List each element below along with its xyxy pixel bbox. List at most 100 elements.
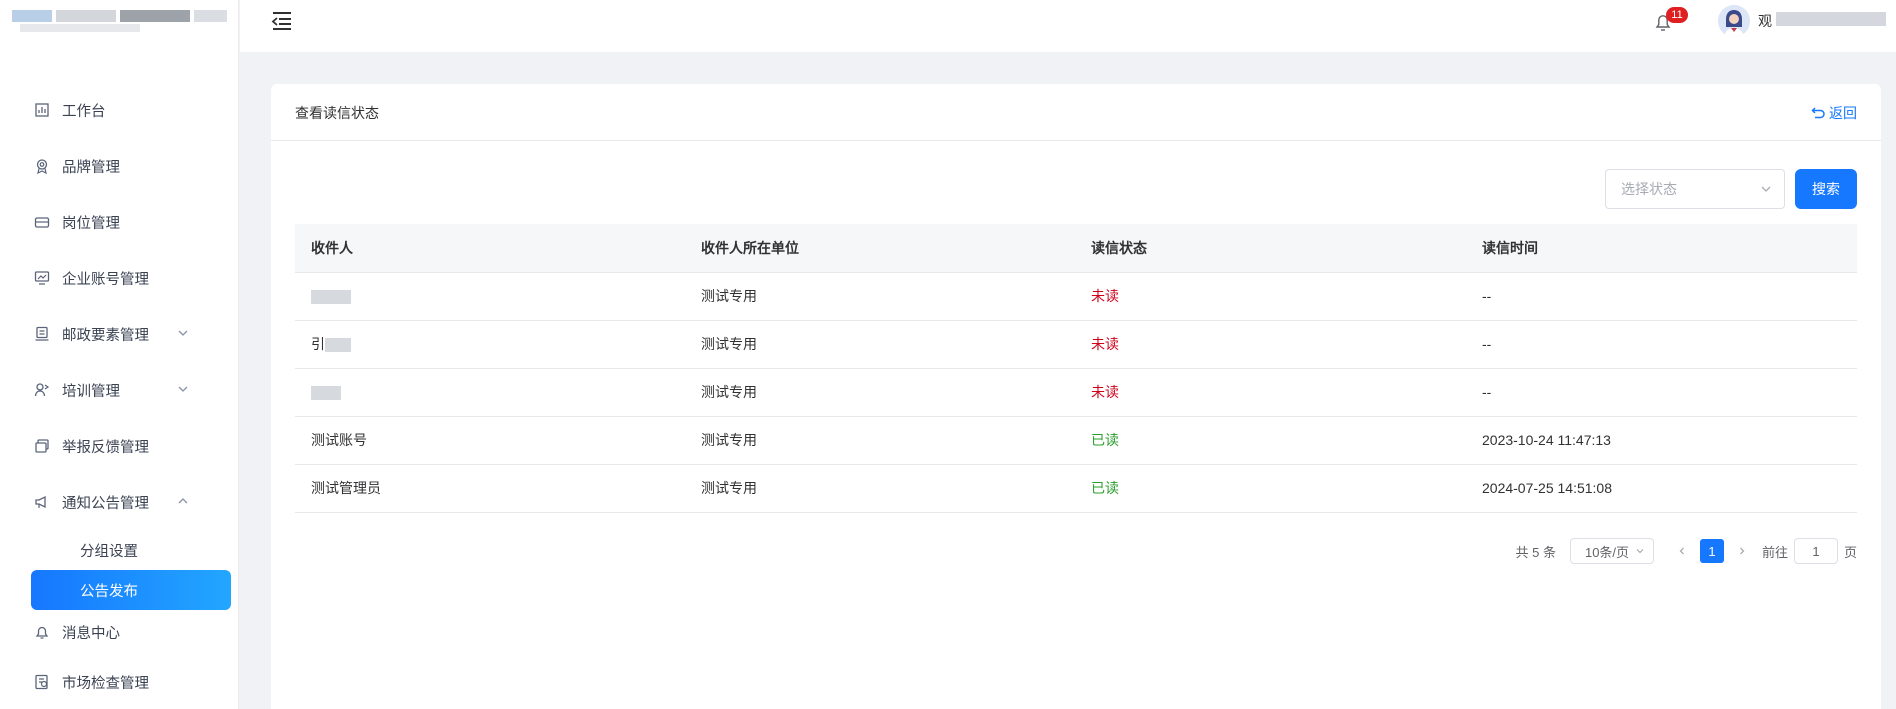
status-cell: 未读 [1075, 368, 1466, 417]
prev-page-button[interactable] [1670, 539, 1694, 563]
submenu-item-announcement-publish[interactable]: 公告发布 [31, 570, 231, 610]
column-header: 读信时间 [1466, 224, 1857, 273]
goto-page-input[interactable] [1793, 538, 1838, 564]
menu-item-notice[interactable]: 通知公告管理 [0, 474, 239, 530]
recipient-cell: 测试账号 [295, 416, 685, 465]
menu-label: 企业账号管理 [62, 271, 149, 288]
filter-bar: 选择状态 搜索 [1605, 169, 1857, 209]
pagination: 共 5 条 10条/页 1 前往 页 [1515, 538, 1857, 564]
return-icon [1811, 107, 1825, 119]
status-select-placeholder: 选择状态 [1621, 181, 1677, 197]
pagination-total: 共 5 条 [1515, 544, 1556, 560]
unit-cell: 测试专用 [685, 272, 1075, 321]
time-cell: 2024-07-25 14:51:08 [1466, 464, 1857, 513]
back-label: 返回 [1829, 105, 1857, 121]
goto-prefix: 前往 [1761, 544, 1788, 560]
menu-label: 品牌管理 [62, 159, 120, 176]
avatar[interactable] [1718, 5, 1750, 37]
column-header: 读信状态 [1075, 224, 1466, 273]
submenu-label: 分组设置 [80, 543, 138, 560]
table-row: 测试管理员 测试专用 已读 2024-07-25 14:51:08 [295, 464, 1857, 513]
submenu-label: 公告发布 [80, 583, 138, 600]
column-header: 收件人 [295, 224, 685, 273]
chevron-down-icon [1636, 549, 1644, 554]
recipient-cell [295, 272, 685, 321]
time-cell: 2023-10-24 11:47:13 [1466, 416, 1857, 465]
menu-item-postal[interactable]: 邮政要素管理 [0, 306, 239, 362]
sidebar: 工作台 品牌管理 岗位管理 企业账号管理 邮政要素管理 培训管理 举报反馈管理 … [0, 0, 239, 709]
report-icon [34, 438, 50, 454]
page-size-select[interactable]: 10条/页 [1569, 538, 1654, 564]
chevron-down-icon [1761, 186, 1771, 192]
unit-cell: 测试专用 [685, 320, 1075, 369]
time-cell: -- [1466, 368, 1857, 417]
menu-item-brand[interactable]: 品牌管理 [0, 138, 239, 194]
position-icon [34, 214, 50, 230]
table-header-row: 收件人 收件人所在单位 读信状态 读信时间 [295, 224, 1857, 273]
unit-cell: 测试专用 [685, 464, 1075, 513]
menu-label: 举报反馈管理 [62, 439, 149, 456]
notice-icon [34, 494, 50, 510]
recipient-text: 引 [311, 336, 325, 352]
chevron-down-icon [178, 330, 188, 336]
search-button[interactable]: 搜索 [1795, 169, 1857, 209]
menu-label: 岗位管理 [62, 215, 120, 232]
recipient-cell [295, 368, 685, 417]
top-header: 11 观 [240, 0, 1896, 52]
bell-icon [34, 624, 50, 640]
menu-item-message-center[interactable]: 消息中心 [0, 610, 239, 654]
dashboard-icon [34, 102, 50, 118]
page-size-value: 10条/页 [1584, 544, 1630, 560]
time-cell: -- [1466, 272, 1857, 321]
goto-suffix: 页 [1843, 544, 1857, 560]
recipient-cell: 引 [295, 320, 685, 369]
table-row: 测试专用 未读 -- [295, 368, 1857, 417]
card-header: 查看读信状态 返回 [271, 84, 1881, 141]
user-name[interactable]: 观 [1758, 11, 1772, 31]
chevron-down-icon [178, 386, 188, 392]
logo [12, 10, 227, 36]
chevron-right-icon [1740, 547, 1745, 555]
menu-item-market-inspection[interactable]: 市场检查管理 [0, 654, 239, 709]
page-number-current[interactable]: 1 [1699, 539, 1724, 563]
redacted-name [311, 386, 341, 401]
brand-icon [34, 158, 50, 174]
menu-label: 培训管理 [62, 383, 120, 400]
time-cell: -- [1466, 320, 1857, 369]
unit-cell: 测试专用 [685, 416, 1075, 465]
table-row: 引 测试专用 未读 -- [295, 320, 1857, 369]
menu-item-report[interactable]: 举报反馈管理 [0, 418, 239, 474]
menu-item-account[interactable]: 企业账号管理 [0, 250, 239, 306]
page-title: 查看读信状态 [295, 105, 379, 121]
column-header: 收件人所在单位 [685, 224, 1075, 273]
recipient-cell: 测试管理员 [295, 464, 685, 513]
submenu-item-group-settings[interactable]: 分组设置 [0, 530, 239, 570]
user-name-redacted [1776, 12, 1886, 26]
back-button[interactable]: 返回 [1811, 103, 1857, 123]
account-icon [34, 270, 50, 286]
table-row: 测试专用 未读 -- [295, 272, 1857, 321]
chevron-left-icon [1679, 547, 1684, 555]
unit-cell: 测试专用 [685, 368, 1075, 417]
menu-fold-icon[interactable] [270, 10, 294, 32]
training-icon [34, 382, 50, 398]
status-select[interactable]: 选择状态 [1605, 169, 1785, 209]
read-status-card: 查看读信状态 返回 选择状态 搜索 收件人 收件人所在单位 读信状态 读信时间 [271, 84, 1881, 709]
status-cell: 已读 [1075, 416, 1466, 465]
redacted-name [311, 290, 351, 305]
read-status-table: 收件人 收件人所在单位 读信状态 读信时间 测试专用 未读 -- 引 测试专用 … [295, 224, 1857, 513]
redacted-name [325, 338, 351, 353]
next-page-button[interactable] [1730, 539, 1754, 563]
menu-label: 工作台 [62, 103, 106, 120]
status-cell: 未读 [1075, 320, 1466, 369]
table-row: 测试账号 测试专用 已读 2023-10-24 11:47:13 [295, 416, 1857, 465]
menu-item-dashboard[interactable]: 工作台 [0, 82, 239, 138]
menu-label: 通知公告管理 [62, 495, 149, 512]
chevron-up-icon [178, 498, 188, 504]
postal-icon [34, 326, 50, 342]
menu-item-training[interactable]: 培训管理 [0, 362, 239, 418]
menu-item-position[interactable]: 岗位管理 [0, 194, 239, 250]
status-cell: 未读 [1075, 272, 1466, 321]
inspect-icon [34, 674, 50, 690]
status-cell: 已读 [1075, 464, 1466, 513]
